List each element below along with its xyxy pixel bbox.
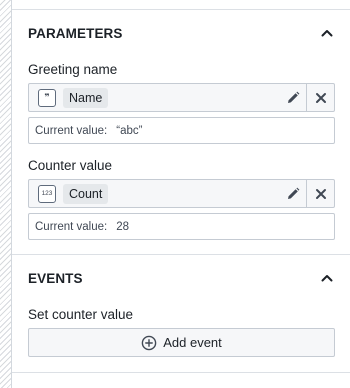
parameters-header: PARAMETERS [28,23,334,43]
current-value: 28 [116,220,130,233]
chevron-up-icon[interactable] [320,26,334,40]
parameter-row[interactable]: 123 Count [28,179,335,208]
parameter-label: Counter value [28,158,113,173]
panel-resize-handle[interactable] [0,0,12,388]
section-divider [12,372,350,373]
pencil-icon[interactable] [280,180,306,207]
parameter-tag[interactable]: Name [63,87,109,108]
add-event-button[interactable]: Add event [28,328,335,357]
pencil-icon[interactable] [280,84,306,111]
add-event-label: Add event [163,335,222,350]
section-divider [12,9,350,10]
parameter-row[interactable]: ❞ Name [28,83,335,112]
current-value-box: Current value: “abc” [28,117,335,144]
events-title: EVENTS [28,270,83,286]
current-value-label: Current value: [35,220,108,233]
current-value: “abc” [116,124,143,137]
events-header: EVENTS [28,268,334,288]
close-icon[interactable] [306,84,334,111]
parameter-label: Greeting name [28,62,118,77]
number-icon: 123 [38,184,56,203]
event-label: Set counter value [28,307,134,322]
config-panel: PARAMETERS Greeting name ❞ Name Current … [12,0,350,388]
current-value-box: Current value: 28 [28,213,335,240]
parameters-title: PARAMETERS [28,25,123,41]
chevron-up-icon[interactable] [320,271,334,285]
section-divider [12,254,350,255]
parameter-tag[interactable]: Count [63,183,109,204]
close-icon[interactable] [306,180,334,207]
plus-circle-icon [141,335,157,351]
quote-icon: ❞ [38,88,56,107]
current-value-label: Current value: [35,124,108,137]
